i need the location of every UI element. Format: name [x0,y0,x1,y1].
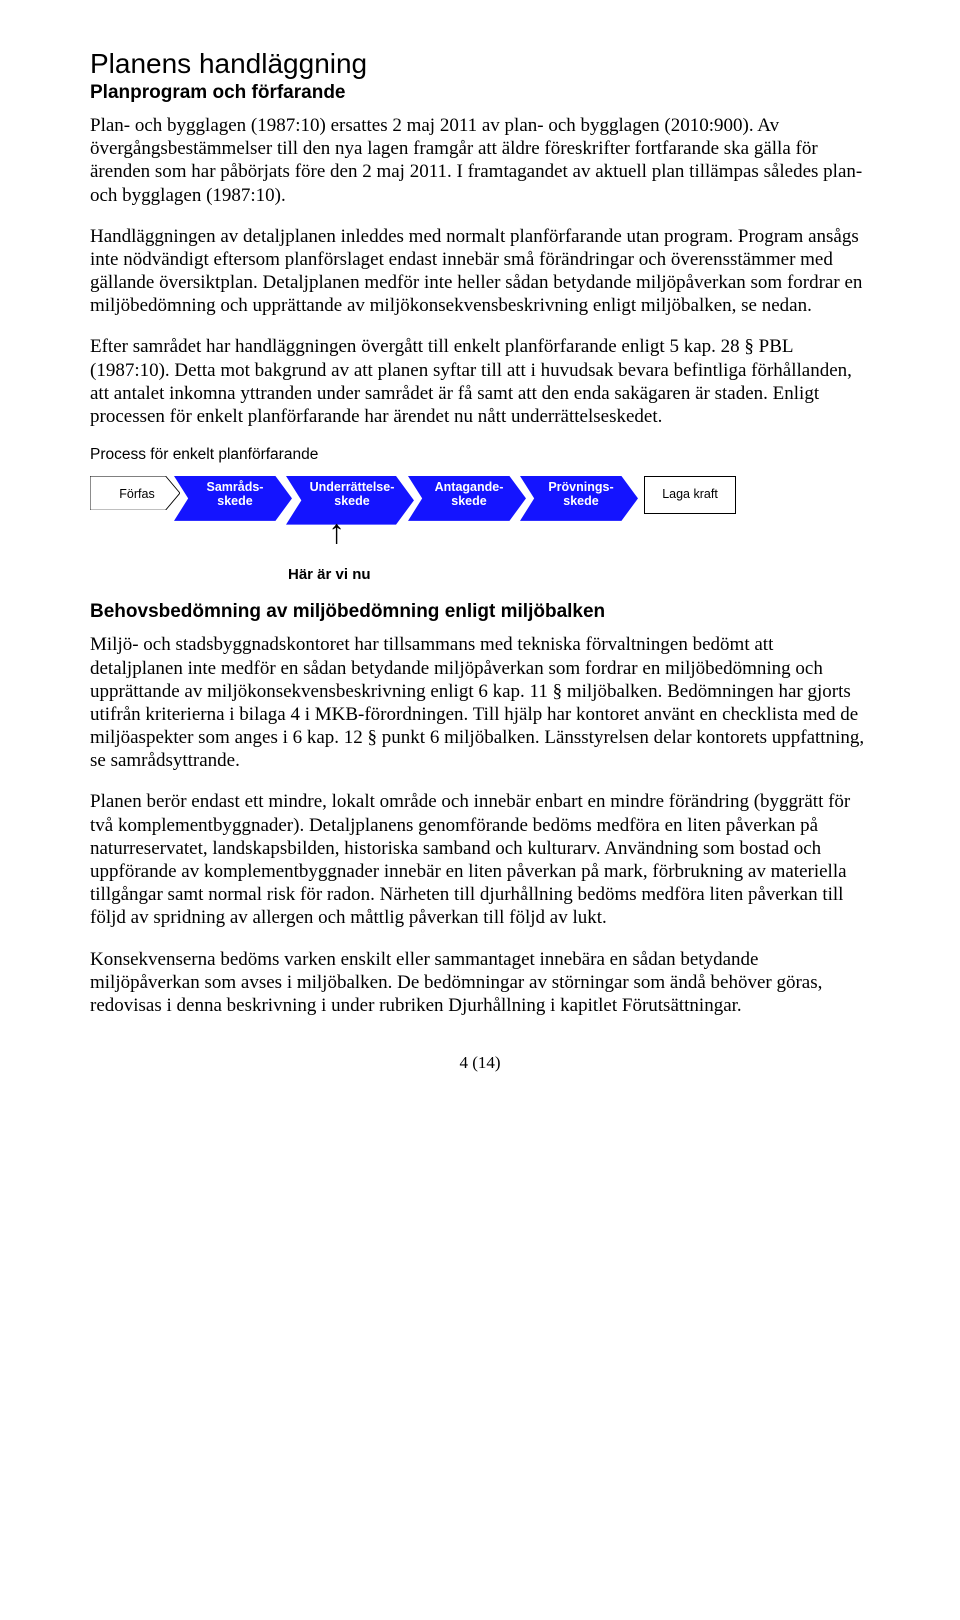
phase-provning: Prövnings- skede [520,476,638,514]
phase-underrattelse: Underrättelse- skede [286,476,414,514]
phase-label: Laga kraft [662,488,718,502]
paragraph: Handläggningen av detaljplanen inleddes … [90,225,870,318]
heading-main: Planens handläggning [90,48,870,80]
phase-label: Underrättelse- skede [310,481,395,509]
current-phase-indicator: ↑ Här är vi nu [288,522,870,583]
heading-behovsbedomning: Behovsbedömning av miljöbedömning enligt… [90,601,870,623]
page-number: 4 (14) [90,1053,870,1073]
phase-label: Prövnings- skede [548,481,613,509]
document-page: Planens handläggning Planprogram och för… [0,0,960,1113]
heading-planprogram: Planprogram och förfarande [90,82,870,104]
phase-label: Förfas [119,488,154,502]
paragraph: Miljö- och stadsbyggnadskontoret har til… [90,633,870,772]
phase-lagakraft: Laga kraft [644,476,736,514]
phase-forfas: Förfas [90,476,180,514]
here-label: Här är vi nu [288,566,870,583]
paragraph: Efter samrådet har handläggningen övergå… [90,335,870,428]
up-arrow-icon: ↑ [328,522,870,542]
phase-label: Antagande- skede [435,481,504,509]
phase-label: Samråds- skede [207,481,264,509]
phase-samrad: Samråds- skede [174,476,292,514]
process-title: Process för enkelt planförfarande [90,446,870,464]
paragraph: Konsekvenserna bedöms varken enskilt ell… [90,948,870,1018]
paragraph: Planen berör endast ett mindre, lokalt o… [90,790,870,929]
paragraph: Plan- och bygglagen (1987:10) ersattes 2… [90,114,870,207]
process-diagram: Förfas Samråds- skede Underrättelse- ske… [90,476,870,514]
phase-antagande: Antagande- skede [408,476,526,514]
